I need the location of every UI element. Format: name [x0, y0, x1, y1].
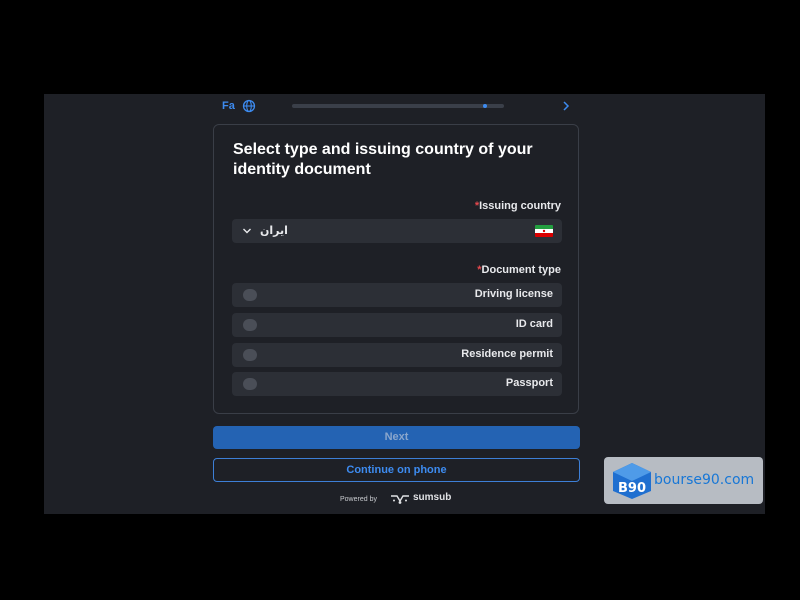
watermark: B90 bourse90.com	[604, 457, 763, 504]
sumsub-brand: sumsub	[413, 492, 452, 503]
document-type-label: *Document type	[477, 264, 561, 276]
chevron-down-icon	[243, 228, 251, 234]
watermark-text: bourse90.com	[654, 472, 755, 488]
bourse90-logo-icon: B90	[613, 463, 651, 499]
iran-flag-icon	[535, 225, 553, 237]
issuing-country-select[interactable]: ایران	[232, 219, 562, 243]
document-option-label: Passport	[505, 377, 553, 389]
sumsub-logo-icon	[391, 495, 409, 504]
document-option-label: Driving license	[474, 288, 553, 300]
document-type-label-text: Document type	[481, 264, 561, 276]
issuing-country-label-text: Issuing country	[479, 200, 561, 212]
document-option-label: ID card	[515, 318, 553, 330]
document-option-residence-permit[interactable]: Residence permit	[232, 343, 562, 367]
radio-button[interactable]	[243, 349, 257, 361]
document-option-label: Residence permit	[461, 348, 553, 360]
progress-bar	[292, 104, 504, 108]
page-title: Select type and issuing country of your …	[233, 141, 533, 178]
svg-text:B90: B90	[618, 481, 646, 496]
chevron-right-icon[interactable]	[560, 100, 572, 112]
radio-button[interactable]	[243, 378, 257, 390]
radio-button[interactable]	[243, 289, 257, 301]
language-switcher[interactable]: Fa	[222, 99, 235, 113]
continue-on-phone-button[interactable]: Continue on phone	[213, 458, 580, 482]
document-selection-card: Select type and issuing country of your …	[213, 124, 579, 414]
radio-button[interactable]	[243, 319, 257, 331]
next-button[interactable]: Next	[213, 426, 580, 449]
top-bar: Fa	[222, 99, 572, 115]
globe-icon[interactable]	[242, 99, 256, 113]
progress-bar-fill	[482, 104, 488, 108]
powered-by-text: Powered by	[340, 496, 377, 503]
issuing-country-value: ایران	[260, 225, 288, 237]
document-option-driving-license[interactable]: Driving license	[232, 283, 562, 307]
document-option-passport[interactable]: Passport	[232, 372, 562, 396]
issuing-country-label: *Issuing country	[475, 200, 561, 212]
document-option-id-card[interactable]: ID card	[232, 313, 562, 337]
